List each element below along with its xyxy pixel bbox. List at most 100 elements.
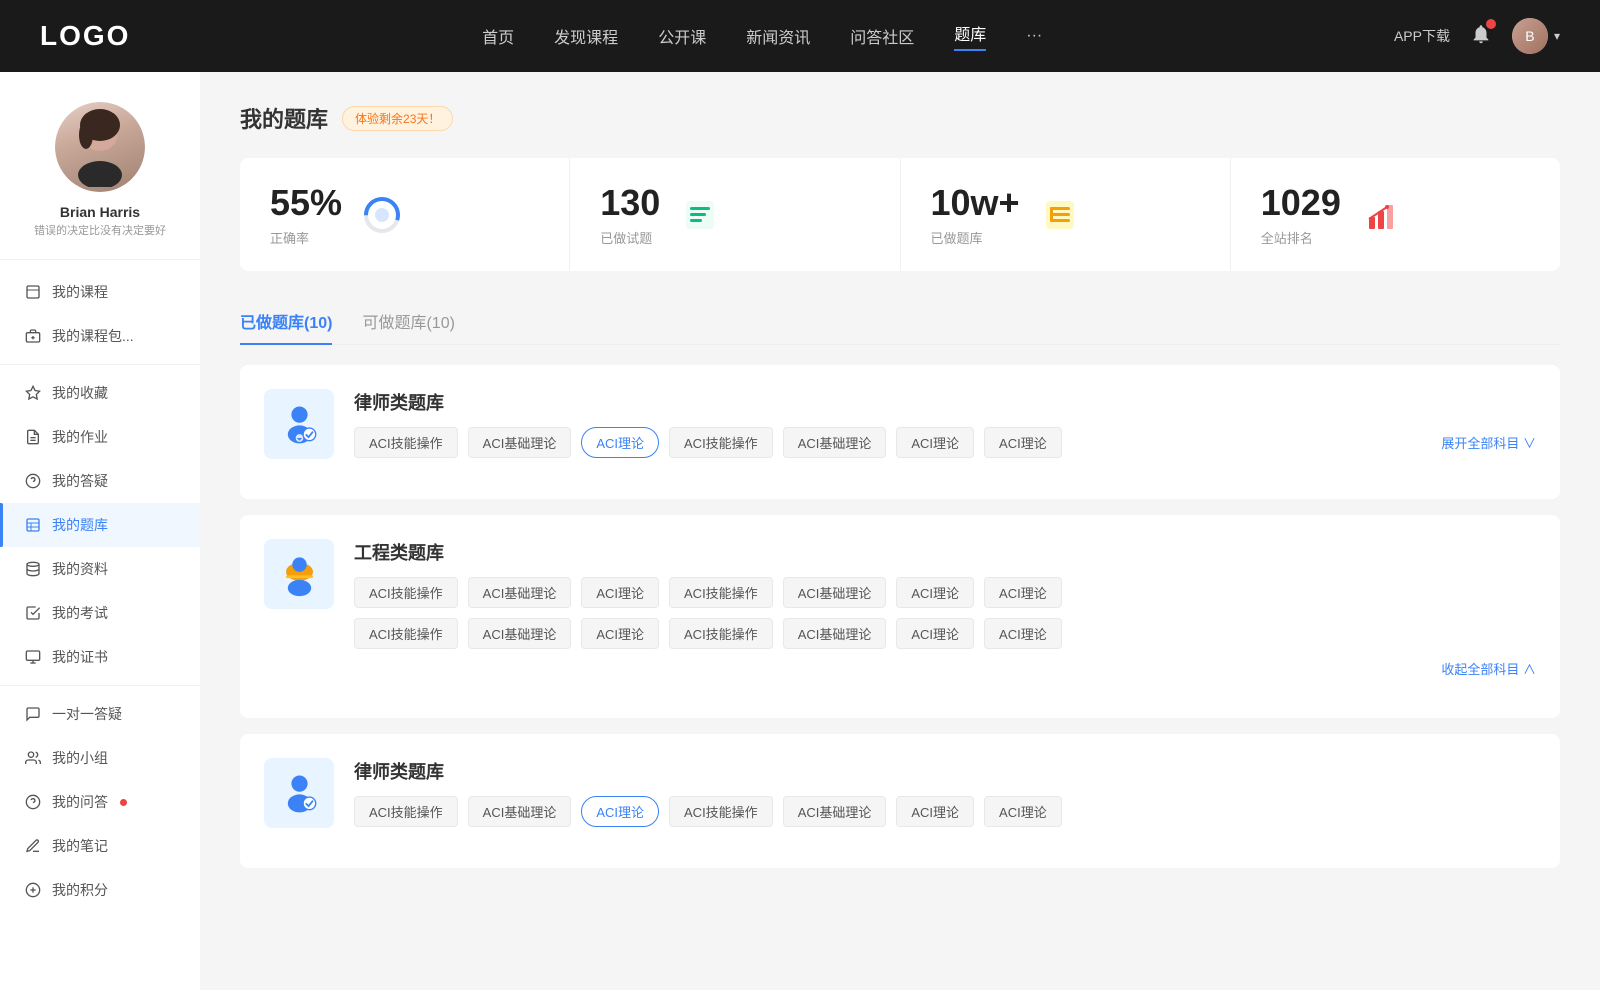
nav-open-course[interactable]: 公开课 bbox=[658, 24, 706, 48]
stat-label-questions-done: 已做试题 bbox=[600, 228, 660, 247]
bank-tags-lawyer-2: ACI技能操作 ACI基础理论 ACI理论 ACI技能操作 ACI基础理论 AC… bbox=[354, 796, 1536, 827]
sidebar-item-exam[interactable]: 我的考试 bbox=[0, 591, 200, 635]
bank-tag[interactable]: ACI基础理论 bbox=[783, 577, 887, 608]
profile-name: Brian Harris bbox=[20, 204, 180, 220]
sidebar-item-package[interactable]: 我的课程包... bbox=[0, 314, 200, 358]
bank-tag[interactable]: ACI技能操作 bbox=[669, 427, 773, 458]
sidebar-item-quiz[interactable]: 我的题库 bbox=[0, 503, 200, 547]
nav-qa[interactable]: 问答社区 bbox=[850, 24, 914, 48]
bank-tag-active[interactable]: ACI理论 bbox=[581, 796, 659, 827]
bank-tag[interactable]: ACI基础理论 bbox=[783, 618, 887, 649]
star-icon bbox=[24, 384, 42, 402]
bank-tag[interactable]: ACI技能操作 bbox=[354, 796, 458, 827]
sidebar-label-notes: 我的笔记 bbox=[52, 836, 108, 856]
bank-tag[interactable]: ACI理论 bbox=[984, 618, 1062, 649]
sidebar-label-cert: 我的证书 bbox=[52, 647, 108, 667]
notification-bell[interactable] bbox=[1470, 23, 1492, 50]
stat-correct-rate: 55% 正确率 bbox=[240, 158, 570, 271]
bank-tag[interactable]: ACI理论 bbox=[984, 577, 1062, 608]
nav-home[interactable]: 首页 bbox=[482, 24, 514, 48]
nav-discover[interactable]: 发现课程 bbox=[554, 24, 618, 48]
nav-more[interactable]: ··· bbox=[1026, 27, 1042, 45]
bank-tag[interactable]: ACI理论 bbox=[984, 796, 1062, 827]
notification-badge bbox=[1486, 19, 1496, 29]
stat-value-questions-done: 130 bbox=[600, 182, 660, 224]
bank-tag[interactable]: ACI理论 bbox=[896, 577, 974, 608]
cert-icon bbox=[24, 648, 42, 666]
points-icon bbox=[24, 881, 42, 899]
bank-tag[interactable]: ACI理论 bbox=[581, 577, 659, 608]
ranking-icon bbox=[1361, 195, 1401, 235]
sidebar-item-notes[interactable]: 我的笔记 bbox=[0, 824, 200, 868]
sidebar-item-oneone[interactable]: 一对一答疑 bbox=[0, 692, 200, 736]
expand-button-lawyer-1[interactable]: 展开全部科目 ∨ bbox=[1441, 433, 1536, 452]
data-icon bbox=[24, 560, 42, 578]
collapse-button-engineer[interactable]: 收起全部科目 ∧ bbox=[354, 659, 1536, 678]
bank-tag[interactable]: ACI理论 bbox=[896, 796, 974, 827]
sidebar-item-course[interactable]: 我的课程 bbox=[0, 270, 200, 314]
bank-tag[interactable]: ACI技能操作 bbox=[354, 618, 458, 649]
bank-card-engineer: 工程类题库 ACI技能操作 ACI基础理论 ACI理论 ACI技能操作 ACI基… bbox=[240, 515, 1560, 718]
bank-tag[interactable]: ACI基础理论 bbox=[468, 618, 572, 649]
sidebar-item-points[interactable]: 我的积分 bbox=[0, 868, 200, 912]
bank-tag[interactable]: ACI理论 bbox=[581, 618, 659, 649]
bank-tag[interactable]: ACI技能操作 bbox=[669, 618, 773, 649]
sidebar-label-oneone: 一对一答疑 bbox=[52, 704, 122, 724]
sidebar-item-group[interactable]: 我的小组 bbox=[0, 736, 200, 780]
exam-icon bbox=[24, 604, 42, 622]
header: LOGO 首页 发现课程 公开课 新闻资讯 问答社区 题库 ··· APP下载 … bbox=[0, 0, 1600, 72]
bank-tags-row2-engineer: ACI技能操作 ACI基础理论 ACI理论 ACI技能操作 ACI基础理论 AC… bbox=[354, 618, 1536, 649]
sidebar-label-myqa: 我的问答 bbox=[52, 792, 108, 812]
bank-card-lawyer-2-header: 律师类题库 ACI技能操作 ACI基础理论 ACI理论 ACI技能操作 ACI基… bbox=[264, 758, 1536, 828]
sidebar-menu: 我的课程 我的课程包... 我的收藏 bbox=[0, 270, 200, 912]
bank-card-lawyer-2-content: 律师类题库 ACI技能操作 ACI基础理论 ACI理论 ACI技能操作 ACI基… bbox=[354, 758, 1536, 827]
sidebar-item-homework[interactable]: 我的作业 bbox=[0, 415, 200, 459]
bank-tag[interactable]: ACI基础理论 bbox=[468, 577, 572, 608]
trial-badge: 体验剩余23天！ bbox=[342, 106, 453, 131]
bank-tag[interactable]: ACI技能操作 bbox=[669, 796, 773, 827]
app-download-button[interactable]: APP下载 bbox=[1394, 26, 1450, 46]
course-icon bbox=[24, 283, 42, 301]
sidebar-item-favorites[interactable]: 我的收藏 bbox=[0, 371, 200, 415]
header-right: APP下载 B ▾ bbox=[1394, 18, 1560, 54]
sidebar-label-data: 我的资料 bbox=[52, 559, 108, 579]
stat-ranking: 1029 全站排名 bbox=[1231, 158, 1560, 271]
nav-quiz[interactable]: 题库 bbox=[954, 21, 986, 51]
bank-tag[interactable]: ACI基础理论 bbox=[783, 427, 887, 458]
bank-tag[interactable]: ACI理论 bbox=[896, 427, 974, 458]
profile-section: Brian Harris 错误的决定比没有决定要好 bbox=[0, 92, 200, 260]
sidebar-item-qa[interactable]: 我的答疑 bbox=[0, 459, 200, 503]
nav-news[interactable]: 新闻资讯 bbox=[746, 24, 810, 48]
sidebar-label-qa: 我的答疑 bbox=[52, 471, 108, 491]
sidebar: Brian Harris 错误的决定比没有决定要好 我的课程 我的课程包... bbox=[0, 72, 200, 990]
sidebar-item-cert[interactable]: 我的证书 bbox=[0, 635, 200, 679]
myqa-icon bbox=[24, 793, 42, 811]
bank-tag[interactable]: ACI基础理论 bbox=[468, 427, 572, 458]
bank-tag[interactable]: ACI基础理论 bbox=[783, 796, 887, 827]
tab-done[interactable]: 已做题库(10) bbox=[240, 299, 332, 345]
sidebar-item-myqa[interactable]: 我的问答 bbox=[0, 780, 200, 824]
sidebar-label-course: 我的课程 bbox=[52, 282, 108, 302]
bank-tag-active[interactable]: ACI理论 bbox=[581, 427, 659, 458]
avatar: B bbox=[1512, 18, 1548, 54]
tab-available[interactable]: 可做题库(10) bbox=[362, 299, 454, 345]
page-title: 我的题库 bbox=[240, 102, 328, 134]
bank-tag[interactable]: ACI基础理论 bbox=[468, 796, 572, 827]
stat-questions-done-value-group: 130 已做试题 bbox=[600, 182, 660, 247]
main-nav: 首页 发现课程 公开课 新闻资讯 问答社区 题库 ··· bbox=[482, 21, 1042, 51]
user-avatar-menu[interactable]: B ▾ bbox=[1512, 18, 1560, 54]
sidebar-label-points: 我的积分 bbox=[52, 880, 108, 900]
bank-tag[interactable]: ACI技能操作 bbox=[669, 577, 773, 608]
stat-ranking-value-group: 1029 全站排名 bbox=[1261, 182, 1341, 247]
sidebar-item-data[interactable]: 我的资料 bbox=[0, 547, 200, 591]
bank-name-engineer: 工程类题库 bbox=[354, 539, 1536, 565]
bank-card-lawyer-1: 律师类题库 ACI技能操作 ACI基础理论 ACI理论 ACI技能操作 ACI基… bbox=[240, 365, 1560, 499]
bank-tag[interactable]: ACI理论 bbox=[896, 618, 974, 649]
stat-value-banks-done: 10w+ bbox=[931, 182, 1020, 224]
bank-tag[interactable]: ACI理论 bbox=[984, 427, 1062, 458]
bank-tag[interactable]: ACI技能操作 bbox=[354, 577, 458, 608]
layout: Brian Harris 错误的决定比没有决定要好 我的课程 我的课程包... bbox=[0, 72, 1600, 990]
logo: LOGO bbox=[40, 20, 130, 52]
oneone-icon bbox=[24, 705, 42, 723]
bank-tag[interactable]: ACI技能操作 bbox=[354, 427, 458, 458]
